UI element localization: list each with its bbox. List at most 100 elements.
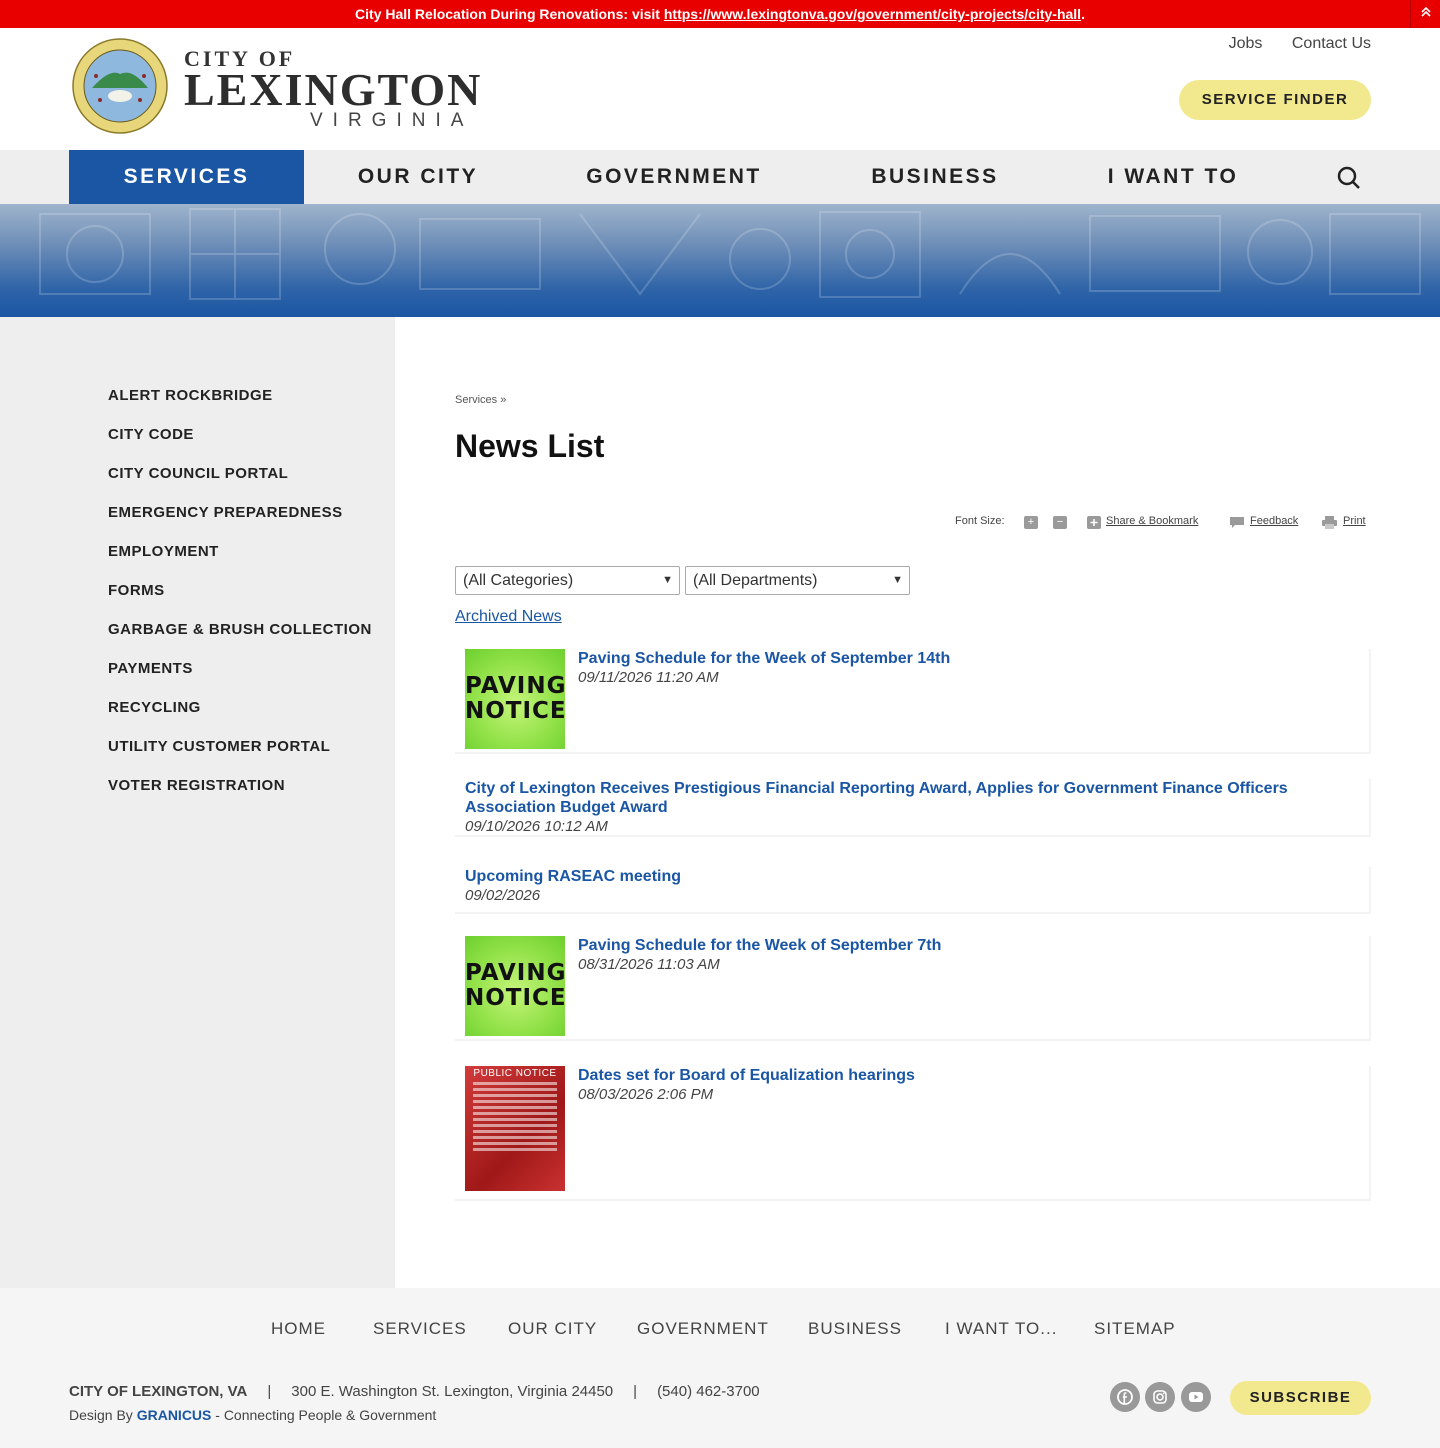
sidebar-item-employment[interactable]: EMPLOYMENT (108, 543, 219, 560)
site-footer: HOME SERVICES OUR CITY GOVERNMENT BUSINE… (0, 1288, 1440, 1448)
sidebar-item-alert-rockbridge[interactable]: ALERT ROCKBRIDGE (108, 387, 273, 404)
sidebar: ALERT ROCKBRIDGE CITY CODE CITY COUNCIL … (0, 317, 395, 1288)
alert-link[interactable]: https://www.lexingtonva.gov/government/c… (664, 6, 1081, 22)
granicus-link[interactable]: GRANICUS (137, 1407, 212, 1423)
subscribe-button[interactable]: SUBSCRIBE (1230, 1381, 1371, 1415)
sidebar-item-emergency-preparedness[interactable]: EMERGENCY PREPAREDNESS (108, 504, 343, 521)
double-chevron-up-icon[interactable] (1410, 0, 1440, 28)
nav-services[interactable]: SERVICES (69, 150, 304, 204)
jobs-link[interactable]: Jobs (1229, 35, 1263, 52)
news-title-link[interactable]: Upcoming RASEAC meeting (465, 867, 681, 886)
tagline-text: - Connecting People & Government (211, 1407, 437, 1423)
footer-nav-government[interactable]: GOVERNMENT (637, 1319, 769, 1339)
contact-us-link[interactable]: Contact Us (1292, 35, 1371, 52)
sidebar-item-forms[interactable]: FORMS (108, 582, 165, 599)
alert-bar: City Hall Relocation During Renovations:… (0, 0, 1440, 28)
news-date: 08/31/2026 11:03 AM (578, 956, 720, 973)
news-date: 09/02/2026 (465, 887, 541, 904)
print-icon[interactable] (1322, 516, 1337, 532)
footer-address: 300 E. Washington St. Lexington, Virgini… (291, 1383, 614, 1400)
news-title-link[interactable]: City of Lexington Receives Prestigious F… (465, 779, 1288, 817)
share-bookmark-link[interactable]: Share & Bookmark (1106, 515, 1198, 527)
footer-nav-sitemap[interactable]: SITEMAP (1094, 1319, 1176, 1339)
archived-news-link[interactable]: Archived News (455, 608, 562, 626)
site-logo-text[interactable]: CITY OF LEXINGTON VIRGINIA (184, 48, 482, 132)
alert-text: City Hall Relocation During Renovations:… (355, 6, 664, 22)
font-size-label: Font Size: (955, 515, 1005, 527)
news-title-link[interactable]: Paving Schedule for the Week of Septembe… (578, 649, 950, 668)
chevron-down-icon: ▼ (892, 574, 903, 586)
public-notice-thumbnail[interactable]: PUBLIC NOTICE (465, 1066, 565, 1191)
footer-nav-home[interactable]: HOME (271, 1319, 326, 1339)
thumbnail-text: NOTICE (465, 985, 567, 1011)
news-title-line: Association Budget Award (465, 799, 668, 816)
facebook-icon[interactable] (1110, 1382, 1140, 1412)
hero-banner (0, 204, 1440, 317)
footer-phone[interactable]: (540) 462-3700 (657, 1383, 760, 1400)
news-title-link[interactable]: Dates set for Board of Equalization hear… (578, 1066, 915, 1085)
footer-credits: Design By GRANICUS - Connecting People &… (69, 1407, 436, 1423)
paving-notice-thumbnail[interactable]: PAVING NOTICE (465, 936, 567, 1036)
divider: | (633, 1383, 638, 1400)
sidebar-item-utility-customer-portal[interactable]: UTILITY CUSTOMER PORTAL (108, 738, 330, 755)
news-item: PUBLIC NOTICE Dates set for Board of Equ… (455, 1066, 1371, 1201)
alert-suffix: . (1081, 6, 1085, 22)
category-select-value: (All Categories) (463, 572, 574, 589)
sidebar-item-recycling[interactable]: RECYCLING (108, 699, 201, 716)
font-increase-button[interactable]: + (1024, 516, 1038, 529)
main-nav: SERVICES OUR CITY GOVERNMENT BUSINESS I … (0, 150, 1440, 204)
design-by-text: Design By (69, 1407, 137, 1423)
print-link[interactable]: Print (1343, 515, 1366, 527)
nav-government[interactable]: GOVERNMENT (552, 150, 796, 204)
department-select-value: (All Departments) (693, 572, 818, 589)
divider: | (267, 1383, 272, 1400)
feedback-link[interactable]: Feedback (1250, 515, 1298, 527)
sidebar-item-city-council-portal[interactable]: CITY COUNCIL PORTAL (108, 465, 288, 482)
category-select[interactable]: (All Categories) ▼ (455, 566, 680, 595)
top-links: Jobs Contact Us (1204, 35, 1371, 53)
department-select[interactable]: (All Departments) ▼ (685, 566, 910, 595)
page-tools: Font Size: + − Share & Bookmark Feedback… (955, 514, 1371, 530)
thumbnail-text: PUBLIC NOTICE (473, 1068, 557, 1079)
news-item: PAVING NOTICE Paving Schedule for the We… (455, 936, 1371, 1041)
footer-nav-our-city[interactable]: OUR CITY (508, 1319, 597, 1339)
news-date: 09/11/2026 11:20 AM (578, 669, 719, 686)
logo-virginia: VIRGINIA (310, 110, 474, 131)
sidebar-item-city-code[interactable]: CITY CODE (108, 426, 194, 443)
sidebar-item-garbage-brush[interactable]: GARBAGE & BRUSH COLLECTION (108, 621, 372, 638)
youtube-icon[interactable] (1181, 1382, 1211, 1412)
footer-nav-business[interactable]: BUSINESS (808, 1319, 902, 1339)
footer-nav-services[interactable]: SERVICES (373, 1319, 467, 1339)
thumbnail-text: PAVING (465, 673, 567, 699)
news-item: City of Lexington Receives Prestigious F… (455, 779, 1371, 837)
news-date: 08/03/2026 2:06 PM (578, 1086, 714, 1103)
news-item: PAVING NOTICE Paving Schedule for the We… (455, 649, 1371, 754)
thumbnail-text: NOTICE (465, 698, 567, 724)
sidebar-item-payments[interactable]: PAYMENTS (108, 660, 193, 677)
footer-contact-info: CITY OF LEXINGTON, VA | 300 E. Washington … (69, 1383, 760, 1400)
page-title: News List (455, 428, 605, 464)
share-icon[interactable] (1087, 516, 1101, 532)
feedback-icon[interactable] (1229, 516, 1245, 532)
news-title-link[interactable]: Paving Schedule for the Week of Septembe… (578, 936, 941, 955)
logo-lexington: LEXINGTON (184, 64, 483, 115)
news-item: Upcoming RASEAC meeting 09/02/2026 (455, 867, 1371, 914)
site-header: CITY OF LEXINGTON VIRGINIA Jobs Contact … (0, 28, 1440, 150)
footer-nav-i-want-to[interactable]: I WANT TO... (945, 1319, 1057, 1339)
sidebar-item-voter-registration[interactable]: VOTER REGISTRATION (108, 777, 285, 794)
font-decrease-button[interactable]: − (1053, 516, 1067, 529)
paving-notice-thumbnail[interactable]: PAVING NOTICE (465, 649, 567, 749)
search-icon[interactable] (1336, 165, 1362, 191)
news-date: 09/10/2026 10:12 AM (465, 818, 608, 835)
service-finder-button[interactable]: SERVICE FINDER (1179, 80, 1371, 120)
nav-business[interactable]: BUSINESS (822, 150, 1048, 204)
city-seal-logo[interactable] (70, 38, 170, 134)
news-title-line: City of Lexington Receives Prestigious F… (465, 780, 1288, 797)
instagram-icon[interactable] (1145, 1382, 1175, 1412)
footer-org-name: CITY OF LEXINGTON, VA (69, 1383, 248, 1400)
nav-i-want-to[interactable]: I WANT TO (1072, 150, 1274, 204)
breadcrumb[interactable]: Services » (455, 394, 506, 406)
nav-our-city[interactable]: OUR CITY (304, 150, 532, 204)
chevron-down-icon: ▼ (662, 574, 673, 586)
thumbnail-text: PAVING (465, 960, 567, 986)
